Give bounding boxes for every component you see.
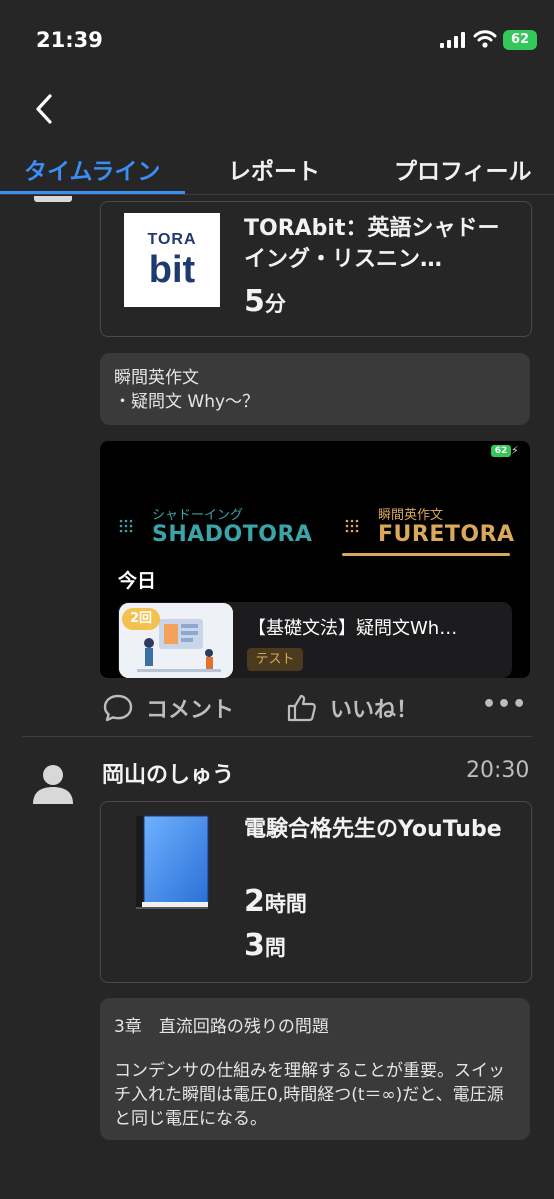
duration-number: 2: [244, 884, 265, 919]
user-name[interactable]: 岡山のしゅう: [102, 757, 234, 789]
tab-timeline[interactable]: タイムライン: [24, 152, 164, 186]
today-heading: 今日: [118, 570, 157, 592]
wifi-icon: [473, 30, 497, 48]
study-duration: 5分: [244, 284, 286, 319]
status-time: 21:39: [36, 28, 103, 52]
comment-label: コメント: [146, 698, 235, 723]
image-battery-indicator: 62: [491, 445, 511, 457]
dots-logo-icon: [119, 519, 133, 533]
more-options-button[interactable]: •••: [482, 692, 527, 717]
study-note-title: 3章 直流回路の残りの問題: [114, 1017, 329, 1037]
study-note-text: 瞬間英作文 ・疑問文 Why〜？: [114, 368, 260, 412]
lesson-title: 【基礎文法】疑問文Wh…: [248, 618, 458, 639]
amount-number: 3: [244, 928, 265, 963]
post-divider: [22, 736, 532, 737]
study-note-body: コンデンサの仕組みを理解することが重要。スイッチ入れた瞬間は電圧0,時間経つ(t…: [114, 1061, 505, 1129]
tab-profile[interactable]: プロフィール: [394, 152, 534, 186]
comment-bubble-icon: [103, 694, 133, 722]
back-chevron-icon[interactable]: [30, 92, 60, 126]
amount-unit: 問: [264, 936, 286, 960]
tab-bar: タイムライン レポート プロフィール: [0, 140, 554, 196]
tab-report[interactable]: レポート: [228, 152, 320, 186]
image-charging-icon: ⚡: [511, 444, 519, 457]
study-duration: 2時間: [244, 884, 307, 919]
duration-unit: 時間: [264, 892, 307, 916]
app-subtitle-shadotora: シャドーイング: [152, 508, 244, 523]
user-avatar-icon[interactable]: [30, 760, 76, 806]
app-name-shadotora: SHADOTORA: [152, 522, 313, 547]
avatar: [34, 196, 72, 202]
lesson-tag: テスト: [247, 648, 303, 671]
material-title: 電験合格先生のYouTube: [244, 817, 502, 842]
app-name-furetora: FURETORA: [378, 522, 515, 547]
material-title: TORAbit：英語シャドーイング・リスニン…: [244, 216, 500, 272]
duration-number: 5: [244, 284, 265, 319]
post-time: 20:30: [466, 758, 530, 783]
signal-icon: [440, 32, 465, 48]
selected-app-underline: [342, 553, 510, 556]
like-button[interactable]: いいね！: [286, 690, 418, 726]
app-subtitle-furetora: 瞬間英作文: [378, 508, 444, 523]
thumbs-up-icon: [287, 694, 316, 722]
attempt-count-badge: 2回: [122, 608, 160, 630]
material-logo: TORA bit: [124, 213, 220, 307]
book-icon: [136, 815, 209, 909]
logo-text-bottom: bit: [148, 249, 196, 291]
study-amount: 3問: [244, 928, 286, 963]
comment-button[interactable]: コメント: [102, 690, 234, 726]
dots-logo-icon: [345, 519, 359, 533]
like-label: いいね！: [330, 698, 419, 723]
tab-divider: [0, 194, 554, 195]
battery-indicator: 62: [503, 30, 537, 50]
duration-unit: 分: [264, 292, 286, 316]
logo-text-top: TORA: [147, 231, 197, 248]
